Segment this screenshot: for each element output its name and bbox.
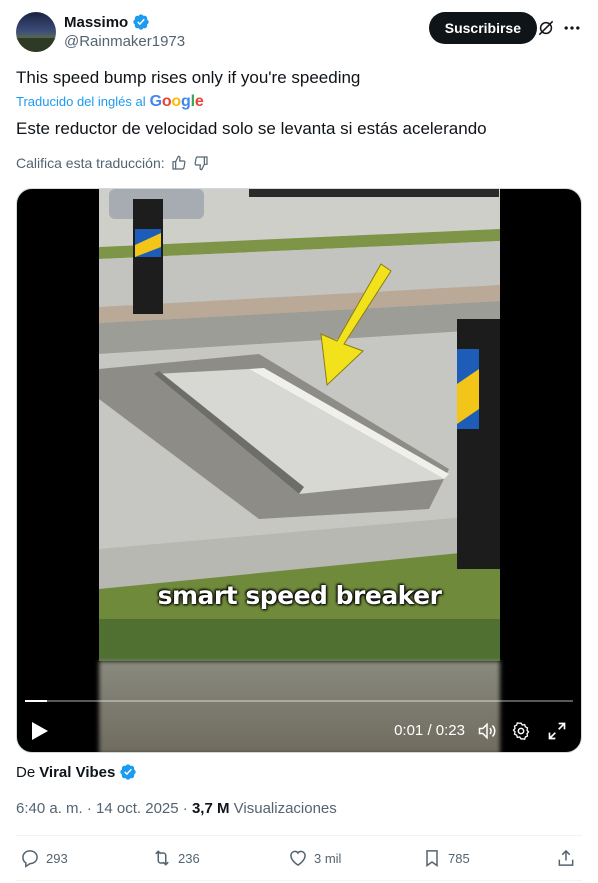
current-time: 0:01: [394, 722, 424, 739]
subscribe-button[interactable]: Suscribirse: [428, 12, 537, 44]
progress-bar[interactable]: [25, 700, 573, 702]
rate-label: Califica esta traducción:: [16, 155, 165, 171]
rate-translation: Califica esta traducción:: [16, 155, 209, 171]
verified-badge-icon: [120, 764, 137, 780]
tweet-time[interactable]: 6:40 a. m.: [16, 800, 83, 817]
author-handle[interactable]: @Rainmaker1973: [64, 32, 185, 52]
author-names: Massimo @Rainmaker1973: [64, 12, 185, 52]
source-name[interactable]: Viral Vibes: [39, 764, 115, 781]
author-display-name[interactable]: Massimo: [64, 14, 128, 31]
bookmark-count: 785: [448, 850, 470, 866]
thumbs-up-icon[interactable]: [171, 155, 187, 171]
repost-count: 236: [178, 850, 200, 866]
fullscreen-icon[interactable]: [547, 721, 567, 741]
google-logo: Google: [149, 93, 204, 110]
grok-icon[interactable]: [536, 18, 556, 38]
divider: [16, 880, 582, 881]
tweet-actions: 293 236 3 mil 785: [16, 848, 582, 870]
video-player[interactable]: smart speed breaker 0:01 / 0:23: [16, 188, 582, 753]
reply-count: 293: [46, 850, 68, 866]
heart-icon: [290, 850, 306, 866]
video-caption: smart speed breaker: [157, 581, 442, 610]
views-label: Visualizaciones: [233, 800, 337, 817]
views-count: 3,7 M: [191, 800, 230, 817]
verified-badge-icon: [133, 14, 149, 30]
tweet-text: This speed bump rises only if you're spe…: [16, 68, 361, 87]
time-separator: /: [427, 722, 432, 739]
bookmark-icon: [426, 850, 438, 867]
tweet-translation: Este reductor de velocidad solo se levan…: [16, 119, 487, 138]
volume-icon[interactable]: [477, 721, 497, 741]
more-icon[interactable]: [562, 18, 582, 38]
tweet-date[interactable]: 14 oct. 2025: [96, 800, 179, 817]
share-icon: [558, 849, 574, 866]
translated-from-label: Traducido del inglés al: [16, 94, 146, 109]
settings-icon[interactable]: [511, 721, 531, 741]
like-button[interactable]: 3 mil: [288, 848, 341, 868]
tweet-header: Massimo @Rainmaker1973 Suscribirse: [16, 12, 582, 54]
play-icon[interactable]: [31, 721, 49, 741]
tweet-meta: 6:40 a. m. · 14 oct. 2025 · 3,7 M Visual…: [16, 800, 337, 817]
share-button[interactable]: [556, 848, 576, 868]
bookmark-button[interactable]: 785: [422, 848, 470, 868]
meta-dot: ·: [182, 800, 188, 817]
video-time: 0:01 / 0:23: [394, 722, 465, 739]
meta-dot: ·: [86, 800, 92, 817]
source-prefix: De: [16, 763, 36, 781]
repost-icon: [155, 850, 169, 866]
progress-fill: [25, 700, 47, 702]
like-count: 3 mil: [314, 850, 342, 866]
thumbs-down-icon[interactable]: [193, 155, 209, 171]
reply-icon: [22, 850, 38, 868]
translated-by[interactable]: Traducido del inglés al Google: [16, 93, 204, 111]
duration: 0:23: [435, 722, 465, 739]
avatar[interactable]: [16, 12, 56, 52]
reply-button[interactable]: 293: [20, 848, 68, 868]
video-frame-bottom: [99, 661, 500, 752]
divider: [16, 835, 582, 836]
video-source: De Viral Vibes: [16, 763, 137, 781]
repost-button[interactable]: 236: [152, 848, 200, 868]
video-frame: smart speed breaker: [99, 189, 500, 661]
